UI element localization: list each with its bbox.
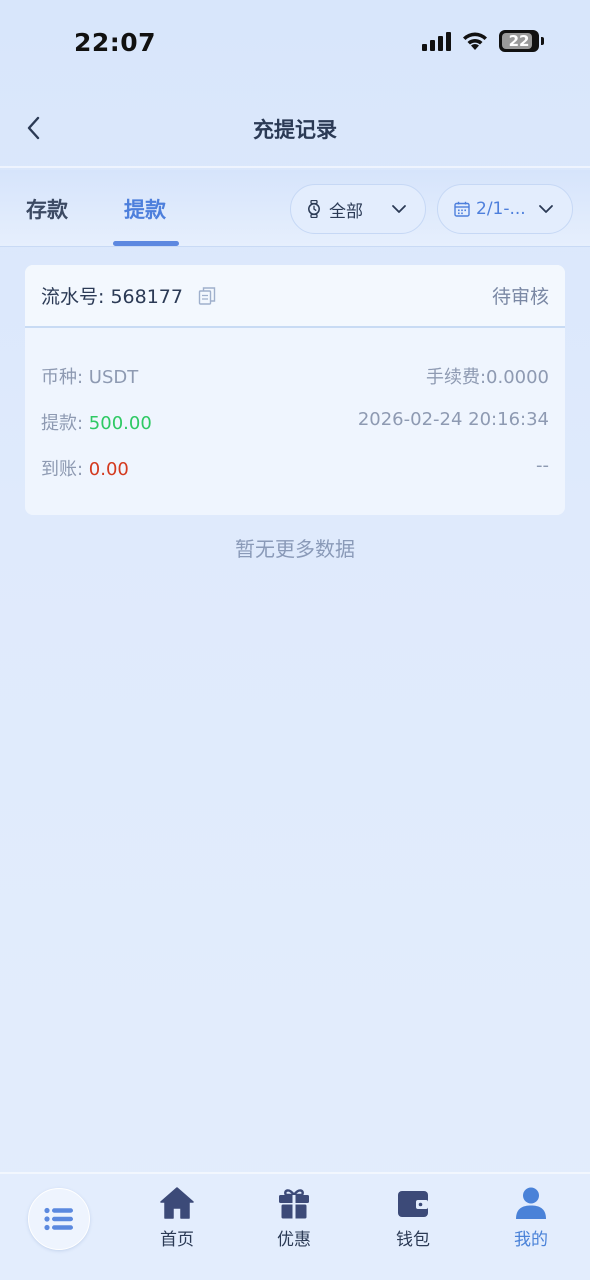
status-time: 22:07 bbox=[74, 28, 157, 57]
date-filter-dropdown[interactable]: 2/1-... bbox=[437, 184, 573, 234]
tab-deposit[interactable]: 存款 bbox=[26, 194, 68, 224]
record-card-header: 流水号: 568177 待审核 bbox=[25, 265, 565, 328]
chevron-down-icon bbox=[539, 205, 553, 213]
serial-number: 流水号: 568177 bbox=[41, 286, 183, 308]
wallet-icon bbox=[398, 1191, 428, 1217]
nav-home-label: 首页 bbox=[160, 1230, 194, 1250]
nav-home[interactable]: 首页 bbox=[137, 1186, 217, 1250]
nav-profile-label: 我的 bbox=[514, 1230, 548, 1250]
bottom-nav: 首页 优惠 钱包 我的 bbox=[0, 1172, 590, 1280]
wifi-icon bbox=[463, 32, 487, 50]
record-card[interactable]: 流水号: 568177 待审核 币种: USDT 手续费:0.0000 提款: … bbox=[25, 265, 565, 515]
watch-icon bbox=[308, 200, 320, 218]
signal-icon bbox=[422, 31, 451, 51]
no-more-data-text: 暂无更多数据 bbox=[235, 537, 355, 561]
tab-withdraw[interactable]: 提款 bbox=[124, 194, 166, 224]
page-title: 充提记录 bbox=[253, 118, 337, 142]
user-icon bbox=[516, 1187, 546, 1219]
withdraw-row: 提款: 500.00 2026-02-24 20:16:34 bbox=[41, 409, 549, 439]
status-badge: 待审核 bbox=[491, 286, 549, 308]
nav-wallet[interactable]: 钱包 bbox=[373, 1186, 453, 1250]
battery-level: 22 bbox=[508, 32, 530, 50]
received-value: 0.00 bbox=[88, 459, 129, 480]
battery-icon: 22 bbox=[499, 30, 539, 52]
list-icon bbox=[44, 1207, 73, 1231]
received-time: -- bbox=[536, 455, 549, 476]
status-filter-label: 全部 bbox=[329, 201, 363, 222]
currency-row: 币种: USDT 手续费:0.0000 bbox=[41, 363, 549, 393]
nav-promotions[interactable]: 优惠 bbox=[254, 1186, 334, 1250]
nav-wallet-label: 钱包 bbox=[396, 1230, 430, 1250]
nav-header: 充提记录 bbox=[0, 88, 590, 168]
tabs-row: 存款 提款 全部 2/1-... bbox=[0, 170, 590, 247]
status-icons: 22 bbox=[422, 30, 544, 52]
calendar-icon bbox=[454, 201, 470, 217]
withdraw-value: 500.00 bbox=[88, 413, 152, 434]
date-filter-label: 2/1-... bbox=[476, 199, 526, 219]
fee-label: 手续费:0.0000 bbox=[425, 367, 549, 388]
status-bar: 22:07 22 bbox=[0, 0, 590, 88]
currency-label: 币种: USDT bbox=[41, 367, 139, 388]
status-filter-dropdown[interactable]: 全部 bbox=[290, 184, 426, 234]
screen: 22:07 22 充提记录 存款 提款 全部 2/1-... 流水号: 5681… bbox=[0, 0, 590, 1280]
chevron-down-icon bbox=[392, 205, 406, 213]
nav-promotions-label: 优惠 bbox=[277, 1230, 311, 1250]
gift-icon bbox=[279, 1189, 309, 1219]
nav-profile[interactable]: 我的 bbox=[491, 1186, 571, 1250]
withdraw-amount: 提款: 500.00 bbox=[41, 413, 152, 434]
active-tab-indicator bbox=[113, 241, 179, 246]
menu-button[interactable] bbox=[28, 1188, 90, 1250]
received-amount: 到账: 0.00 bbox=[41, 459, 129, 480]
home-icon bbox=[160, 1187, 194, 1219]
copy-icon[interactable] bbox=[197, 286, 217, 306]
timestamp: 2026-02-24 20:16:34 bbox=[357, 409, 549, 430]
received-row: 到账: 0.00 -- bbox=[41, 455, 549, 485]
